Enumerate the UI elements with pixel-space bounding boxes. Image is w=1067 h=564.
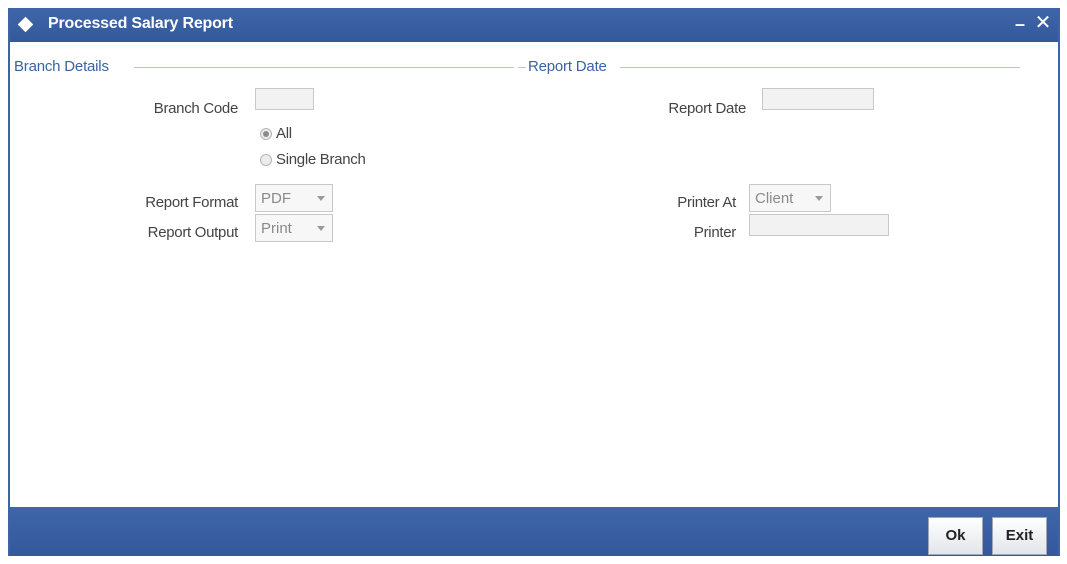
radio-all[interactable]: [260, 128, 272, 140]
chevron-down-icon: [317, 226, 325, 231]
report-output-value: Print: [261, 220, 292, 237]
report-format-label: Report Format: [145, 194, 238, 211]
window-title: Processed Salary Report: [48, 15, 233, 32]
report-output-label: Report Output: [147, 224, 239, 241]
section-divider: [518, 67, 526, 68]
section-divider: [134, 67, 514, 68]
printer-at-select[interactable]: Client: [749, 184, 831, 212]
radio-single-branch-label: Single Branch: [276, 151, 366, 168]
close-button[interactable]: ✕: [1034, 11, 1052, 35]
section-divider: [620, 67, 1020, 68]
report-format-select[interactable]: PDF: [255, 184, 333, 212]
minimize-button[interactable]: –: [1012, 14, 1028, 34]
app-diamond-icon: [17, 16, 34, 33]
radio-all-label: All: [276, 125, 292, 142]
report-output-select[interactable]: Print: [255, 214, 333, 242]
processed-salary-report-window: Processed Salary Report – ✕ Branch Detai…: [8, 8, 1060, 556]
title-bar[interactable]: Processed Salary Report – ✕: [10, 8, 1058, 42]
chevron-down-icon: [815, 196, 823, 201]
report-date-field[interactable]: [762, 88, 874, 110]
report-date-label: Report Date: [668, 100, 746, 117]
section-report-date: Report Date: [528, 58, 607, 75]
branch-code-label: Branch Code: [153, 100, 239, 117]
radio-single-branch[interactable]: [260, 154, 272, 166]
printer-at-value: Client: [755, 190, 794, 207]
branch-code-field[interactable]: [255, 88, 314, 110]
printer-at-label: Printer At: [677, 194, 736, 211]
printer-field[interactable]: [749, 214, 889, 236]
exit-button[interactable]: Exit: [992, 517, 1047, 555]
printer-label: Printer: [693, 224, 736, 241]
ok-button[interactable]: Ok: [928, 517, 983, 555]
report-format-value: PDF: [261, 190, 291, 207]
section-branch-details: Branch Details: [14, 58, 109, 75]
footer-bar: Ok Exit: [10, 507, 1058, 556]
chevron-down-icon: [317, 196, 325, 201]
